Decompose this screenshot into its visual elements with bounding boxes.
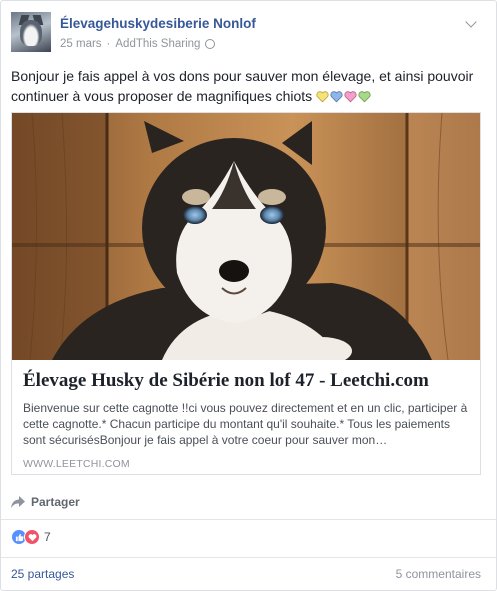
- post-message: Bonjour je fais appel à vos dons pour sa…: [11, 68, 474, 104]
- post-meta: 25 mars · AddThis Sharing: [60, 38, 216, 50]
- post-date[interactable]: 25 mars: [60, 38, 102, 50]
- comments-count-link[interactable]: 5 commentaires: [396, 567, 481, 581]
- reaction-count[interactable]: 7: [44, 530, 51, 544]
- chevron-down-icon[interactable]: [465, 16, 477, 28]
- share-label: Partager: [31, 495, 80, 509]
- link-preview[interactable]: Élevage Husky de Sibérie non lof 47 - Le…: [11, 112, 481, 475]
- heart-icon: [344, 90, 357, 103]
- post-header: Élevagehuskydesiberie Nonlof 25 mars · A…: [11, 12, 481, 54]
- link-title[interactable]: Élevage Husky de Sibérie non lof 47 - Le…: [23, 370, 469, 392]
- post-text: Bonjour je fais appel à vos dons pour sa…: [11, 66, 487, 106]
- globe-icon: [205, 39, 216, 49]
- post-card: Élevagehuskydesiberie Nonlof 25 mars · A…: [0, 0, 497, 591]
- link-domain: WWW.LEETCHI.COM: [23, 458, 130, 470]
- heart-icon: [316, 90, 329, 103]
- heart-icon: [330, 90, 343, 103]
- love-icon[interactable]: [24, 529, 40, 545]
- meta-separator: ·: [106, 38, 111, 50]
- divider: [1, 519, 496, 520]
- post-stats: 25 partages 5 commentaires: [11, 567, 481, 581]
- shares-count-link[interactable]: 25 partages: [11, 567, 74, 581]
- page-name-link[interactable]: Élevagehuskydesiberie Nonlof: [60, 16, 256, 31]
- heart-icon: [358, 90, 371, 103]
- link-body[interactable]: Élevage Husky de Sibérie non lof 47 - Le…: [12, 360, 480, 474]
- share-button[interactable]: Partager: [11, 493, 80, 511]
- husky-puppy-image[interactable]: [12, 113, 480, 360]
- avatar[interactable]: [11, 12, 51, 52]
- link-description: Bienvenue sur cette cagnotte !!ci vous p…: [23, 401, 468, 447]
- divider: [1, 557, 496, 558]
- post-via[interactable]: AddThis Sharing: [115, 38, 200, 50]
- share-arrow-icon: [11, 496, 25, 508]
- heart-emojis: [316, 90, 371, 103]
- avatar-face: [20, 20, 42, 46]
- reactions-summary[interactable]: 7: [11, 529, 51, 545]
